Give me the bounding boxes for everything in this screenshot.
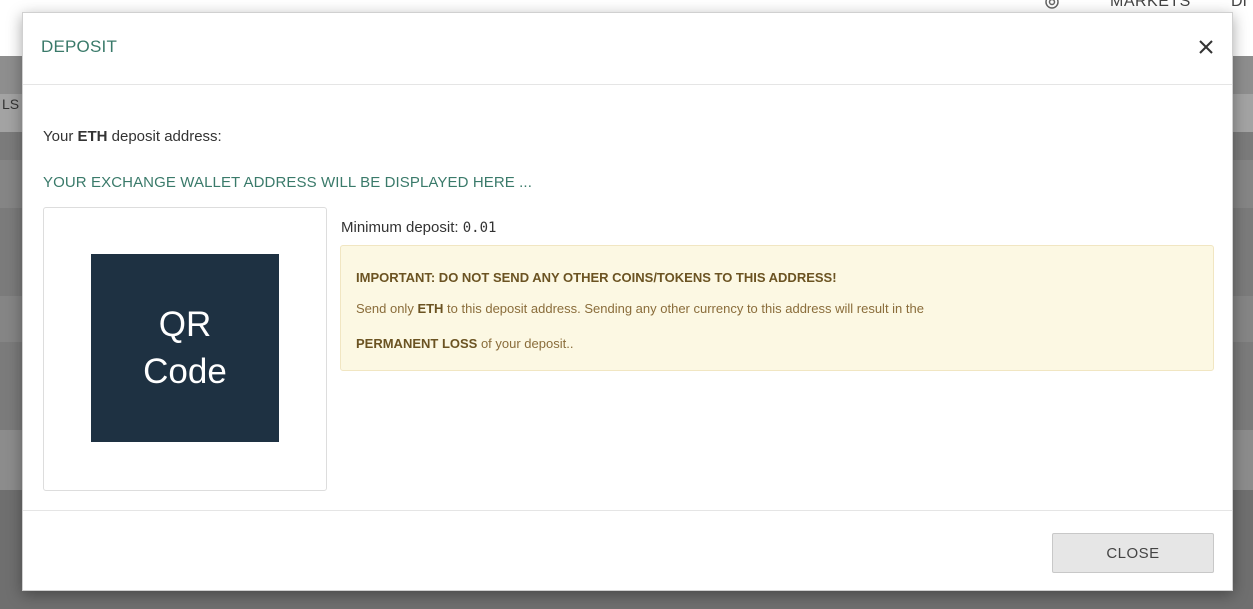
minimum-deposit: Minimum deposit: 0.01 [341, 219, 496, 236]
alert-line-2: PERMANENT LOSS of your deposit.. [356, 336, 573, 351]
qr-container: QR Code [43, 207, 327, 491]
warning-alert: IMPORTANT: DO NOT SEND ANY OTHER COINS/T… [340, 245, 1214, 371]
deposit-modal: DEPOSIT Your ETH deposit address: YOUR E… [22, 12, 1233, 591]
alert-currency: ETH [417, 301, 444, 316]
modal-header: DEPOSIT [23, 13, 1232, 85]
alert-title: IMPORTANT: DO NOT SEND ANY OTHER COINS/T… [356, 270, 837, 285]
address-label-suffix: deposit address: [107, 128, 222, 145]
alert-line-1: Send only ETH to this deposit address. S… [356, 301, 924, 316]
close-icon[interactable] [1198, 39, 1214, 55]
close-button[interactable]: CLOSE [1052, 533, 1214, 573]
modal-title: DEPOSIT [41, 37, 118, 56]
modal-body: Your ETH deposit address: YOUR EXCHANGE … [23, 85, 1232, 510]
qr-code: QR Code [91, 254, 279, 442]
background-column-label: LS [2, 96, 20, 112]
modal-footer: CLOSE [23, 510, 1232, 592]
nav-item-partial[interactable]: DI [1231, 0, 1247, 11]
alert-line1-suffix: to this deposit address. Sending any oth… [443, 301, 924, 316]
alert-line2-suffix: of your deposit.. [477, 336, 574, 351]
deposit-address-value[interactable]: YOUR EXCHANGE WALLET ADDRESS WILL BE DIS… [43, 174, 532, 191]
qr-line-2: Code [143, 352, 227, 391]
qr-line-1: QR [158, 305, 212, 344]
address-label-prefix: Your [43, 128, 78, 145]
minimum-deposit-value: 0.01 [462, 220, 497, 236]
minimum-deposit-label: Minimum deposit: [341, 219, 463, 236]
currency-label: ETH [77, 128, 108, 145]
alert-permanent-loss: PERMANENT LOSS [356, 336, 478, 351]
nav-markets[interactable]: MARKETS [1110, 0, 1191, 11]
deposit-address-label: Your ETH deposit address: [43, 128, 222, 145]
alert-line1-prefix: Send only [356, 301, 418, 316]
